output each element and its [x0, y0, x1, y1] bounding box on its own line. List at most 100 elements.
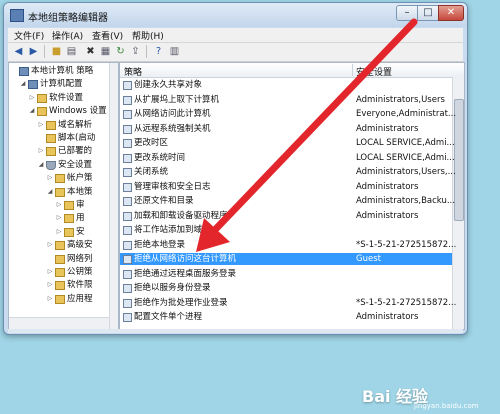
tree-horizontal-scrollbar[interactable] — [9, 317, 109, 329]
window-title: 本地组策略编辑器 — [28, 13, 108, 24]
tree-vertical-scrollbar[interactable] — [109, 63, 118, 329]
policy-item-icon — [123, 298, 132, 308]
minimize-button[interactable]: – — [396, 5, 418, 21]
tree-item-label: 用 — [76, 213, 85, 224]
table-row[interactable]: 创建永久共享对象 — [120, 79, 452, 91]
expand-toggle-icon[interactable]: ▷ — [56, 215, 62, 221]
security-setting-value: Administrators — [356, 181, 419, 192]
security-setting-value: Everyone,Administrat... — [356, 109, 457, 119]
security-setting-value: *S-1-5-21-272515872... — [356, 239, 457, 250]
policy-item-icon — [123, 313, 132, 322]
delete-icon[interactable]: ✖ — [84, 45, 97, 58]
table-row[interactable]: 拒绝作为批处理作业登录 *S-1-5-21-272515872... — [120, 297, 456, 309]
policy-item-icon — [123, 182, 132, 192]
security-setting-value: Administrators — [356, 123, 419, 134]
table-row[interactable]: 从远程系统强制关机 Administrators — [120, 123, 452, 135]
expand-toggle-icon[interactable]: ▷ — [56, 202, 62, 208]
expand-toggle-icon[interactable]: ▷ — [56, 228, 62, 235]
folder-icon — [55, 294, 65, 304]
policy-item-icon — [123, 139, 132, 148]
folder-icon — [55, 241, 65, 251]
security-setting-value: Administrators,Users,... — [356, 167, 456, 177]
table-row[interactable]: 将工作站添加到域 — [120, 224, 452, 236]
expand-toggle-icon[interactable]: ▷ — [47, 295, 53, 302]
show-tree-icon[interactable]: ▤ — [65, 45, 78, 58]
policy-item-icon — [123, 226, 132, 235]
menu-action[interactable]: 操作(A) — [52, 29, 83, 42]
policy-name: 拒绝作为批处理作业登录 — [134, 297, 228, 308]
folder-icon — [46, 120, 56, 130]
properties-icon[interactable]: ▦ — [99, 45, 112, 58]
folder-icon — [37, 93, 47, 103]
expand-toggle-icon[interactable]: ◢ — [29, 108, 35, 114]
expand-toggle-icon[interactable]: ◢ — [20, 81, 26, 87]
policy-name: 从远程系统强制关机 — [134, 123, 211, 134]
close-button[interactable]: ✕ — [438, 5, 464, 21]
title-bar[interactable]: 本地组策略编辑器 – □ ✕ — [4, 3, 467, 27]
menu-view[interactable]: 查看(V) — [92, 29, 123, 42]
watermark-url: jingyan.baidu.com — [414, 402, 479, 410]
console-tree[interactable]: ▷ 应用程 ▷ 软件限 ▷ 公钥策 网络列 ▷ 高级安 ▷ 安 ▷ 用 ▷ 审 ◢ 本地策 ▷ 帐户策 ◢ 安全设置 ▷ 已… — [8, 62, 119, 330]
table-row-selected[interactable]: 拒绝从网络访问这台计算机 Guest — [120, 253, 452, 265]
expand-toggle-icon[interactable]: ▷ — [38, 121, 44, 128]
status-bar — [8, 329, 463, 333]
computer-icon — [28, 80, 38, 90]
refresh-icon[interactable]: ↻ — [114, 45, 127, 58]
computer-icon — [19, 67, 29, 76]
up-folder-icon[interactable]: ■ — [50, 45, 63, 58]
list-header: 策略 安全设置 — [120, 63, 464, 78]
folder-icon — [64, 227, 74, 237]
policy-name: 加载和卸载设备驱动程序 — [134, 210, 228, 221]
help-icon[interactable]: ? — [152, 45, 165, 58]
menu-file[interactable]: 文件(F) — [14, 29, 44, 42]
table-row[interactable]: 从扩展坞上取下计算机 Administrators,Users — [120, 94, 452, 106]
folder-icon — [55, 268, 65, 277]
expand-toggle-icon[interactable]: ▷ — [47, 175, 53, 181]
policy-item-icon — [123, 269, 132, 279]
forward-arrow-icon[interactable]: ▶ — [27, 45, 40, 58]
table-row[interactable]: 管理审核和安全日志 Administrators — [120, 181, 452, 193]
back-arrow-icon[interactable]: ◀ — [12, 45, 25, 58]
expand-toggle-icon[interactable]: ▷ — [29, 94, 35, 101]
security-setting-value: Administrators — [356, 210, 419, 221]
table-row[interactable]: 配置文件单个进程 Administrators — [120, 311, 452, 323]
policy-list[interactable]: 策略 安全设置 创建永久共享对象 从扩展坞上取下计算机 Administrators… — [119, 62, 465, 330]
table-row[interactable]: 更改系统时间 LOCAL SERVICE,Admi... — [120, 152, 455, 164]
folder-icon — [64, 201, 74, 210]
table-row[interactable]: 从网络访问此计算机 Everyone,Administrat... — [120, 108, 456, 120]
expand-toggle-icon[interactable]: ◢ — [38, 161, 44, 168]
policy-name: 拒绝通过远程桌面服务登录 — [134, 268, 237, 279]
policy-name: 配置文件单个进程 — [134, 312, 203, 322]
maximize-button[interactable]: □ — [417, 5, 439, 21]
expand-toggle-icon[interactable]: ◢ — [47, 188, 53, 195]
column-policy[interactable]: 策略 — [124, 65, 142, 78]
expand-toggle-icon[interactable]: ▷ — [47, 269, 53, 275]
table-row[interactable]: 关闭系统 Administrators,Users,... — [120, 166, 456, 178]
export-icon[interactable]: ⇪ — [129, 45, 142, 58]
table-row[interactable]: 加载和卸载设备驱动程序 Administrators — [120, 210, 452, 222]
column-security-setting[interactable]: 安全设置 — [356, 65, 392, 78]
table-row[interactable]: 更改时区 LOCAL SERVICE,Admi... — [120, 137, 455, 149]
security-setting-value: Administrators,Users — [356, 94, 445, 105]
folder-icon — [46, 147, 56, 157]
security-setting-value: *S-1-5-21-272515872... — [356, 297, 457, 308]
policy-item-icon — [123, 110, 132, 119]
tree-item-label: 计算机配置 — [40, 79, 83, 90]
column-divider[interactable] — [352, 64, 353, 76]
folder-icon — [55, 187, 65, 197]
policy-item-icon — [123, 168, 132, 177]
table-row[interactable]: 拒绝通过远程桌面服务登录 — [120, 268, 452, 280]
tree-item-label: 软件设置 — [49, 92, 84, 103]
menu-help[interactable]: 帮助(H) — [132, 29, 164, 42]
expand-toggle-icon[interactable]: ▷ — [47, 242, 53, 248]
view-icon[interactable]: ▥ — [168, 45, 181, 58]
expand-toggle-icon[interactable]: ▷ — [47, 282, 53, 288]
table-row[interactable]: 还原文件和目录 Administrators,Backu... — [120, 195, 455, 207]
expand-toggle-icon[interactable]: ▷ — [38, 148, 44, 154]
table-row[interactable]: 拒绝本地登录 *S-1-5-21-272515872... — [120, 239, 456, 251]
policy-name: 更改系统时间 — [134, 152, 186, 163]
table-row[interactable]: 拒绝以服务身份登录 — [120, 282, 452, 294]
tree-item-label: 审 — [76, 200, 85, 210]
policy-item-icon — [123, 240, 132, 250]
